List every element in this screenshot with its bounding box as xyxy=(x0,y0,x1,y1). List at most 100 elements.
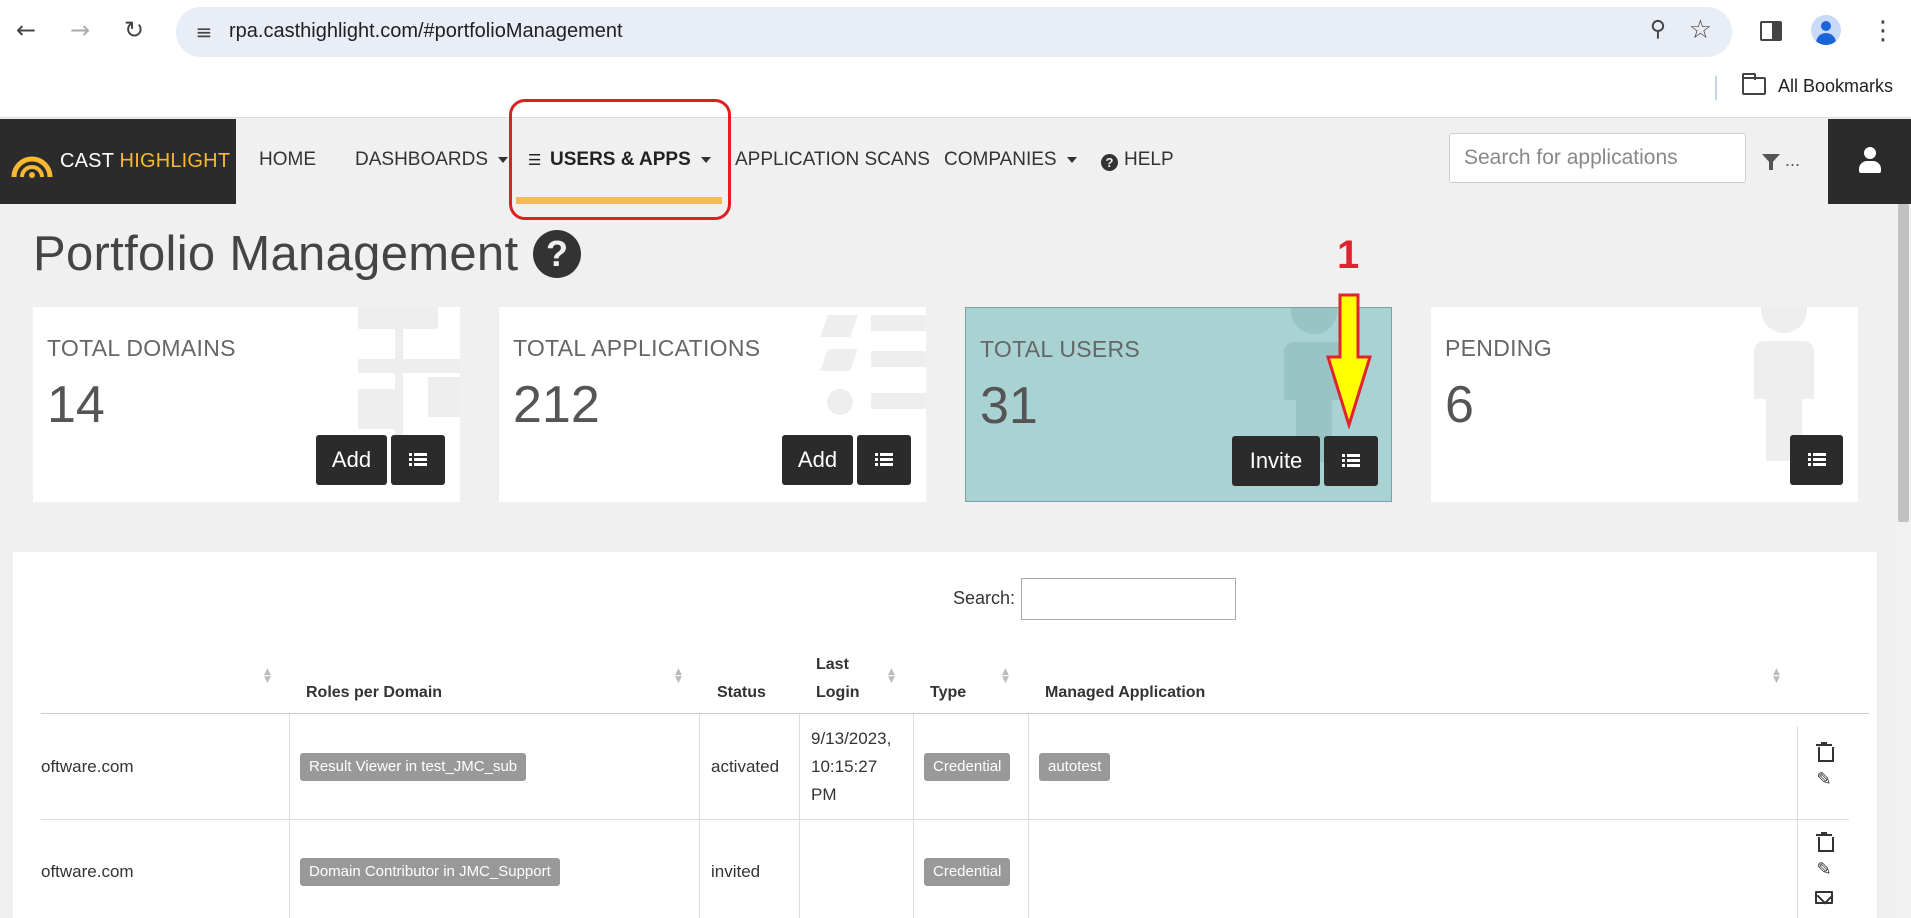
list-icon xyxy=(1807,453,1826,467)
reload-icon[interactable]: ↻ xyxy=(118,14,150,46)
card-label: TOTAL USERS xyxy=(980,336,1141,362)
applications-watermark-icon xyxy=(871,393,926,409)
page-scrollbar-thumb[interactable] xyxy=(1898,204,1909,522)
trash-icon[interactable] xyxy=(1816,832,1834,852)
pending-watermark-icon xyxy=(1754,341,1814,399)
filter-icon xyxy=(1762,154,1780,170)
card-value: 212 xyxy=(513,376,600,434)
nav-dashboards-label: DASHBOARDS xyxy=(355,149,489,170)
annotation-number-1: 1 xyxy=(1337,233,1360,277)
column-divider xyxy=(699,714,700,918)
folder-icon[interactable] xyxy=(1742,73,1766,95)
add-domain-button[interactable]: Add xyxy=(316,435,387,485)
pencil-edit-icon[interactable]: ✎ xyxy=(1813,768,1835,790)
card-label: PENDING xyxy=(1445,335,1552,361)
sort-icon[interactable]: ▲ ▼ xyxy=(1002,668,1009,685)
column-divider xyxy=(913,714,914,918)
card-value: 6 xyxy=(1445,376,1474,434)
table-header-divider xyxy=(41,713,1869,714)
domains-watermark-icon xyxy=(358,389,398,429)
last-login-time: 10:15:27 xyxy=(811,757,878,776)
nav-dashboards[interactable]: DASHBOARDS xyxy=(355,149,509,171)
add-application-button[interactable]: Add xyxy=(782,435,853,485)
site-settings-icon[interactable]: ≡ xyxy=(190,18,218,46)
user-email: oftware.com xyxy=(41,862,134,881)
card-value: 31 xyxy=(980,377,1038,435)
column-divider xyxy=(1797,726,1798,918)
search-applications-input[interactable] xyxy=(1449,133,1746,183)
column-header-last-login-line1[interactable]: Last xyxy=(816,651,849,679)
pencil-edit-icon[interactable]: ✎ xyxy=(1813,858,1835,880)
sort-icon[interactable]: ▲ ▼ xyxy=(675,668,682,685)
list-domains-button[interactable] xyxy=(391,435,445,485)
card-total-applications: TOTAL APPLICATIONS 212 Add xyxy=(499,307,926,502)
sort-icon[interactable]: ▲ ▼ xyxy=(264,668,271,685)
zoom-icon[interactable]: ⚲ xyxy=(1650,17,1666,42)
brand-logo-block[interactable]: CAST HIGHLIGHT xyxy=(0,119,236,204)
managed-app-badge: autotest xyxy=(1039,753,1111,781)
user-email: oftware.com xyxy=(41,757,134,776)
column-header-managed[interactable]: Managed Application xyxy=(1045,679,1205,707)
menu-kebab-icon[interactable]: ⋮ xyxy=(1870,16,1896,46)
brand-name-cast: CAST xyxy=(60,150,114,172)
all-bookmarks-label[interactable]: All Bookmarks xyxy=(1778,76,1893,97)
user-status: activated xyxy=(711,757,780,776)
column-divider xyxy=(1028,714,1029,918)
column-header-status[interactable]: Status xyxy=(717,679,766,707)
nav-companies[interactable]: COMPANIES xyxy=(944,149,1077,171)
list-applications-button[interactable] xyxy=(857,435,911,485)
list-icon xyxy=(409,453,427,467)
forward-arrow-icon[interactable]: → xyxy=(64,14,96,46)
bookmarks-separator xyxy=(1715,76,1717,100)
highlight-box-users-apps xyxy=(509,99,731,220)
applications-watermark-icon xyxy=(819,349,859,371)
column-header-roles[interactable]: Roles per Domain xyxy=(306,679,442,707)
domains-watermark-icon xyxy=(358,359,460,373)
card-pending: PENDING 6 xyxy=(1431,307,1858,502)
nav-companies-label: COMPANIES xyxy=(944,149,1057,170)
column-divider xyxy=(289,714,290,918)
profile-icon[interactable] xyxy=(1811,15,1841,45)
role-badge: Domain Contributor in JMC_Support xyxy=(300,858,560,886)
list-pending-button[interactable] xyxy=(1790,435,1843,485)
sort-icon[interactable]: ▲ ▼ xyxy=(888,668,895,685)
annotation-arrow-down-icon xyxy=(1326,293,1372,429)
back-arrow-icon[interactable]: ← xyxy=(10,14,42,46)
role-badge: Result Viewer in test_JMC_sub xyxy=(300,753,527,781)
type-badge: Credential xyxy=(924,858,1011,886)
table-row-divider xyxy=(41,819,1849,820)
card-label: TOTAL APPLICATIONS xyxy=(513,335,761,361)
list-icon xyxy=(875,453,893,467)
column-header-last-login-line2[interactable]: Login xyxy=(816,679,860,707)
nav-help[interactable]: ? HELP xyxy=(1101,149,1174,171)
url-text[interactable]: rpa.casthighlight.com/#portfolioManageme… xyxy=(229,20,623,43)
cast-logo-icon xyxy=(11,156,53,178)
last-login-ampm: PM xyxy=(811,785,837,804)
column-header-type[interactable]: Type xyxy=(930,679,966,707)
help-circle-icon: ? xyxy=(1101,154,1118,171)
side-panel-icon[interactable] xyxy=(1760,21,1782,41)
pending-watermark-icon xyxy=(1761,307,1807,333)
last-login-date: 9/13/2023, xyxy=(811,729,892,748)
applications-watermark-icon xyxy=(871,315,926,331)
caret-down-icon xyxy=(1066,156,1077,163)
nav-home[interactable]: HOME xyxy=(259,149,316,171)
sort-icon[interactable]: ▲ ▼ xyxy=(1773,668,1780,685)
card-total-domains: TOTAL DOMAINS 14 Add xyxy=(33,307,460,502)
envelope-icon[interactable] xyxy=(1815,891,1833,904)
bookmark-star-icon[interactable]: ☆ xyxy=(1689,15,1712,45)
table-search-input[interactable] xyxy=(1021,578,1236,620)
nav-application-scans[interactable]: APPLICATION SCANS xyxy=(735,149,930,171)
address-bar[interactable]: ≡ rpa.casthighlight.com/#portfolioManage… xyxy=(176,7,1732,57)
help-circle-icon[interactable]: ? xyxy=(533,230,581,278)
list-icon xyxy=(1342,454,1360,468)
user-menu-button[interactable] xyxy=(1828,119,1911,204)
domains-watermark-icon xyxy=(358,307,438,329)
trash-icon[interactable] xyxy=(1816,742,1834,762)
invite-user-button[interactable]: Invite xyxy=(1232,436,1320,486)
list-users-button[interactable] xyxy=(1324,436,1378,486)
domains-watermark-icon xyxy=(428,377,460,417)
page-title: Portfolio Management xyxy=(33,227,519,281)
brand-name: CAST HIGHLIGHT xyxy=(60,150,230,173)
filter-button[interactable]: ... xyxy=(1762,150,1800,171)
